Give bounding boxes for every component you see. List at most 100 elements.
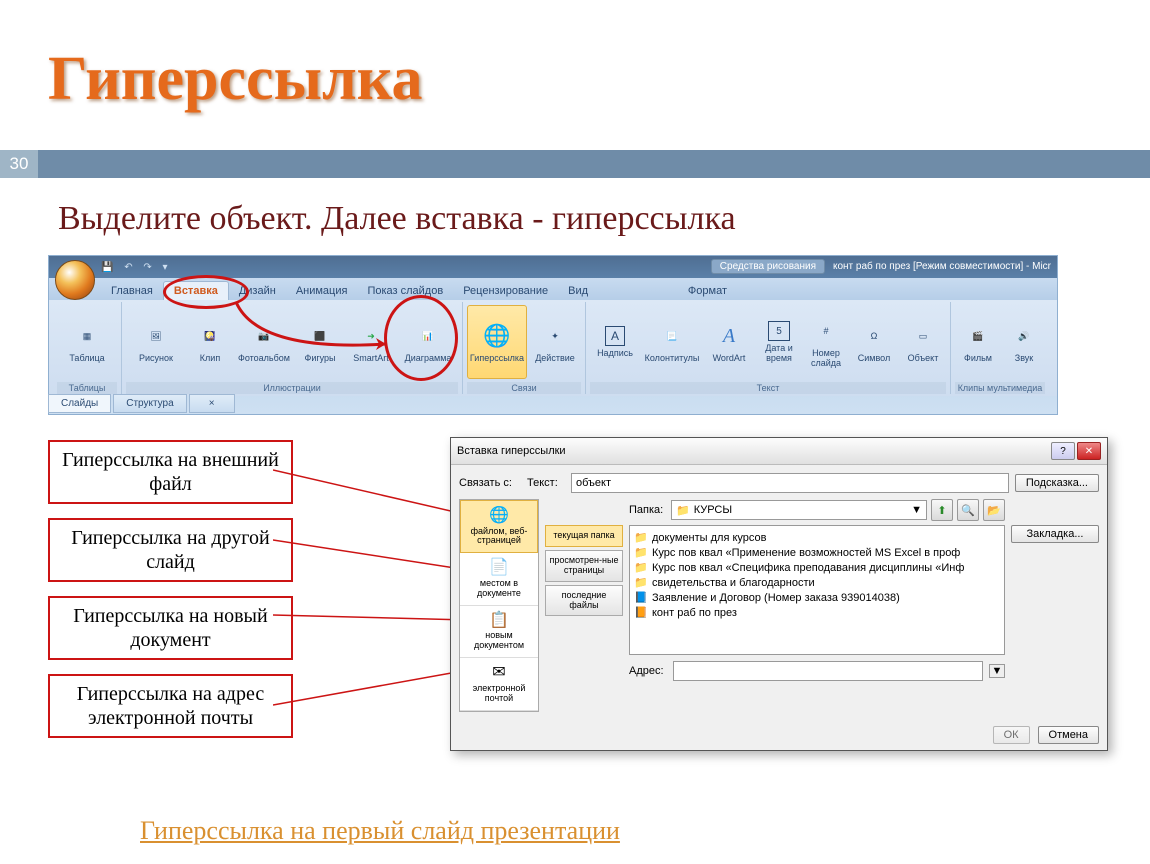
tab-home[interactable]: Главная [101, 282, 163, 300]
tab-slideshow[interactable]: Показ слайдов [357, 282, 453, 300]
callout-other-slide: Гиперссылка на другой слайд [48, 518, 293, 582]
btn-action[interactable]: ✦Действие [529, 305, 581, 379]
pane-close[interactable]: × [189, 394, 235, 413]
globe-link-icon: 🌐 [482, 321, 512, 351]
btn-symbol[interactable]: ΩСимвол [850, 305, 898, 379]
smartart-icon: ➜ [356, 321, 386, 351]
folder-icon: 📁 [634, 561, 648, 574]
btn-textbox[interactable]: AНадпись [590, 305, 640, 379]
outline-panes: Слайды Структура × [48, 394, 237, 413]
btn-datetime[interactable]: 5Дата и время [756, 305, 802, 379]
browse-file-button[interactable]: 📂 [983, 499, 1005, 521]
tab-design[interactable]: Дизайн [229, 282, 286, 300]
linkto-email[interactable]: ✉электронной почтой [460, 658, 538, 710]
linkto-new-doc[interactable]: 📋новым документом [460, 606, 538, 658]
tab-view[interactable]: Вид [558, 282, 598, 300]
folder-select[interactable]: 📁КУРСЫ▼ [671, 500, 927, 520]
group-label-tables: Таблицы [57, 382, 117, 394]
group-links: 🌐Гиперссылка ✦Действие Связи [463, 302, 586, 394]
btn-clip[interactable]: 🎑Клип [188, 305, 232, 379]
btn-slidenum[interactable]: #Номер слайда [804, 305, 848, 379]
btn-object[interactable]: ▭Объект [900, 305, 946, 379]
document-icon: 📄 [463, 559, 535, 577]
newdoc-icon: 📋 [463, 612, 535, 630]
callout-external-file: Гиперссылка на внешний файл [48, 440, 293, 504]
browse-column: текущая папка просмотрен-ные страницы по… [545, 525, 623, 712]
pane-structure[interactable]: Структура [113, 394, 186, 413]
btn-shapes[interactable]: ⬛Фигуры [296, 305, 344, 379]
file-item[interactable]: 📘Заявление и Договор (Номер заказа 93901… [634, 590, 1000, 605]
bookmark-button[interactable]: Закладка... [1011, 525, 1099, 543]
group-label-text: Текст [590, 382, 946, 394]
tab-insert[interactable]: Вставка [163, 281, 229, 300]
right-buttons: Закладка... [1011, 525, 1099, 712]
dialog-close-button[interactable]: ✕ [1077, 442, 1101, 460]
linkto-panel: 🌐файлом, веб-страницей 📄местом в докумен… [459, 499, 539, 712]
symbol-icon: Ω [859, 321, 889, 351]
album-icon: 📷 [249, 321, 279, 351]
btn-sound[interactable]: 🔊Звук [1003, 305, 1045, 379]
number-icon: # [811, 316, 841, 346]
cancel-button[interactable]: Отмена [1038, 726, 1099, 744]
file-item[interactable]: 📙конт раб по през [634, 605, 1000, 620]
address-dropdown-icon[interactable]: ▼ [989, 664, 1005, 678]
group-text: AНадпись 📃Колонтитулы AWordArt 5Дата и в… [586, 302, 951, 394]
btn-smartart[interactable]: ➜SmartArt [346, 305, 396, 379]
textbox-icon: A [605, 326, 625, 346]
tab-format[interactable]: Формат [678, 282, 737, 300]
callout-email: Гиперссылка на адрес электронной почты [48, 674, 293, 738]
word-icon: 📘 [634, 591, 648, 604]
folder-icon: 📁 [676, 504, 690, 517]
clip-icon: 🎑 [195, 321, 225, 351]
mail-icon: ✉ [463, 664, 535, 682]
dialog-help-button[interactable]: ? [1051, 442, 1075, 460]
headerfooter-icon: 📃 [657, 321, 687, 351]
tab-animation[interactable]: Анимация [286, 282, 358, 300]
browse-visited-pages[interactable]: просмотрен-ные страницы [545, 550, 623, 582]
btn-headerfooter[interactable]: 📃Колонтитулы [642, 305, 702, 379]
slide-subtitle: Выделите объект. Далее вставка - гиперсс… [58, 200, 736, 238]
btn-picture[interactable]: 🖼Рисунок [126, 305, 186, 379]
btn-wordart[interactable]: AWordArt [704, 305, 754, 379]
btn-photoalbum[interactable]: 📷Фотоальбом [234, 305, 294, 379]
object-icon: ▭ [908, 321, 938, 351]
file-item[interactable]: 📁Курс пов квал «Специфика преподавания д… [634, 560, 1000, 575]
file-item[interactable]: 📁документы для курсов [634, 530, 1000, 545]
ribbon-tabs: Главная Вставка Дизайн Анимация Показ сл… [49, 278, 1057, 300]
tab-review[interactable]: Рецензирование [453, 282, 558, 300]
browse-recent-files[interactable]: последние файлы [545, 585, 623, 617]
movie-icon: 🎬 [963, 321, 993, 351]
ribbon-content: ▦Таблица Таблицы 🖼Рисунок 🎑Клип 📷Фотоаль… [49, 300, 1057, 396]
qat-buttons[interactable]: 💾 ↶ ↷ ▾ [101, 262, 172, 273]
slide-title: Гиперссылка [48, 44, 423, 115]
browse-web-button[interactable]: 🔍 [957, 499, 979, 521]
text-input[interactable] [571, 473, 1009, 493]
btn-hyperlink[interactable]: 🌐Гиперссылка [467, 305, 527, 379]
office-orb-icon[interactable] [55, 260, 95, 300]
hint-button[interactable]: Подсказка... [1015, 474, 1099, 492]
group-illustrations: 🖼Рисунок 🎑Клип 📷Фотоальбом ⬛Фигуры ➜Smar… [122, 302, 463, 394]
ok-button[interactable]: ОК [993, 726, 1030, 744]
file-list[interactable]: 📁документы для курсов 📁Курс пов квал «Пр… [629, 525, 1005, 655]
browse-current-folder[interactable]: текущая папка [545, 525, 623, 547]
btn-movie[interactable]: 🎬Фильм [955, 305, 1001, 379]
link-to-first-slide[interactable]: Гиперссылка на первый слайд презентации [140, 816, 620, 846]
window-title: конт раб по през [Режим совместимости] -… [833, 261, 1051, 272]
up-folder-button[interactable]: ⬆ [931, 499, 953, 521]
globe-icon: 🌐 [464, 507, 534, 525]
linkto-place-in-doc[interactable]: 📄местом в документе [460, 553, 538, 605]
btn-chart[interactable]: 📊Диаграмма [398, 305, 458, 379]
btn-table[interactable]: ▦Таблица [57, 305, 117, 379]
insert-hyperlink-dialog: Вставка гиперссылки ? ✕ Связать с: Текст… [450, 437, 1108, 751]
linkto-label: Связать с: [459, 477, 521, 489]
folder-icon: 📁 [634, 546, 648, 559]
action-icon: ✦ [540, 321, 570, 351]
linkto-file-web[interactable]: 🌐файлом, веб-страницей [460, 500, 538, 553]
text-label: Текст: [527, 477, 565, 489]
address-input[interactable] [673, 661, 983, 681]
group-label-links: Связи [467, 382, 581, 394]
dialog-title-text: Вставка гиперссылки [457, 445, 566, 457]
file-item[interactable]: 📁Курс пов квал «Применение возможностей … [634, 545, 1000, 560]
pane-slides[interactable]: Слайды [48, 394, 111, 413]
file-item[interactable]: 📁свидетельства и благодарности [634, 575, 1000, 590]
